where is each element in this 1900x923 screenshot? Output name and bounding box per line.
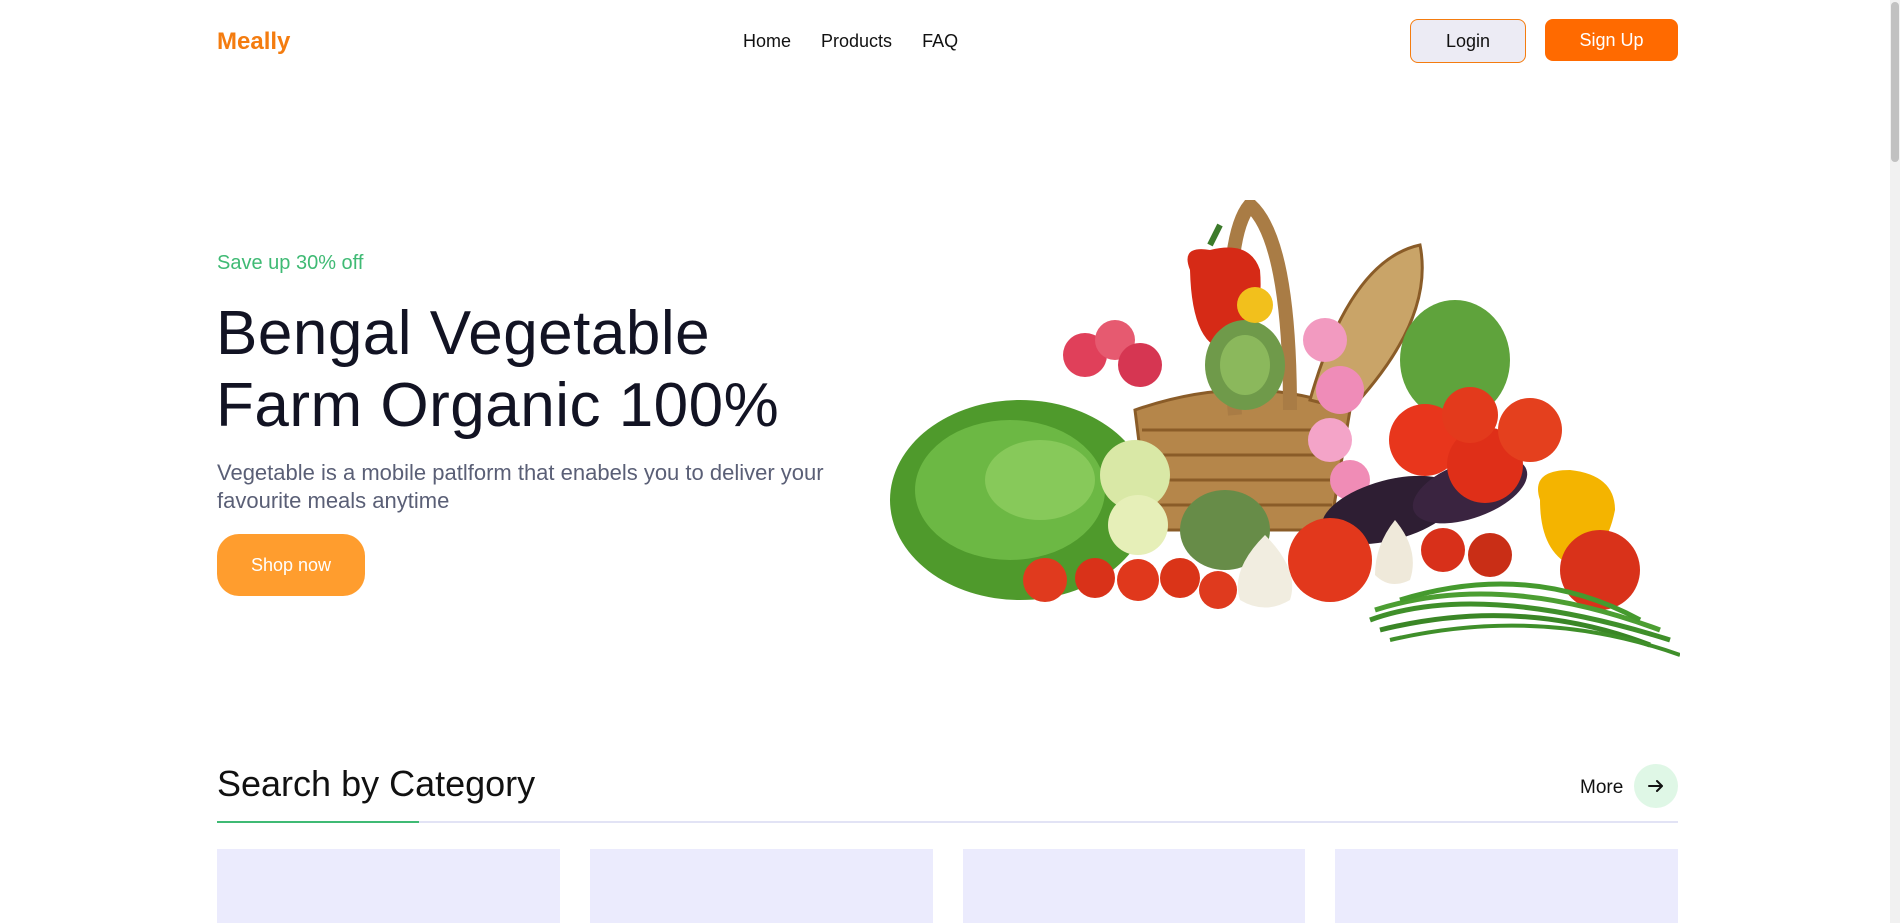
logo[interactable]: Meally <box>217 28 290 56</box>
hero-title-line-1: Bengal Vegetable <box>216 299 711 368</box>
header: Meally Home Products FAQ Login Sign Up <box>0 0 1890 84</box>
hero-tagline: Save up 30% off <box>217 252 364 274</box>
category-card[interactable] <box>589 849 933 923</box>
vegetable-basket-illustration <box>890 200 1680 657</box>
hero-description: Vegetable is a mobile patlform that enab… <box>217 460 824 513</box>
page-scrollbar[interactable] <box>1890 0 1900 923</box>
scrollbar-thumb[interactable] <box>1891 2 1899 162</box>
nav-products[interactable]: Products <box>821 31 892 52</box>
more-link[interactable]: More <box>1580 777 1623 799</box>
hero-title-line-2: Farm Organic 100% <box>216 371 780 440</box>
signup-button[interactable]: Sign Up <box>1545 19 1678 61</box>
nav-home[interactable]: Home <box>743 31 791 52</box>
main-nav: Home Products FAQ <box>743 31 958 52</box>
arrow-right-icon <box>1648 780 1663 792</box>
hero-title: Bengal Vegetable Farm Organic 100% <box>216 298 856 442</box>
category-cards <box>217 849 1678 923</box>
login-button[interactable]: Login <box>1410 19 1526 63</box>
more-button[interactable] <box>1634 764 1678 808</box>
nav-faq[interactable]: FAQ <box>922 31 958 52</box>
category-divider-accent <box>217 821 419 823</box>
shop-now-button[interactable]: Shop now <box>217 534 365 596</box>
category-section-title: Search by Category <box>217 763 536 804</box>
category-card[interactable] <box>217 849 560 923</box>
category-divider <box>217 821 1678 823</box>
category-card[interactable] <box>1335 849 1678 923</box>
category-card[interactable] <box>962 849 1306 923</box>
